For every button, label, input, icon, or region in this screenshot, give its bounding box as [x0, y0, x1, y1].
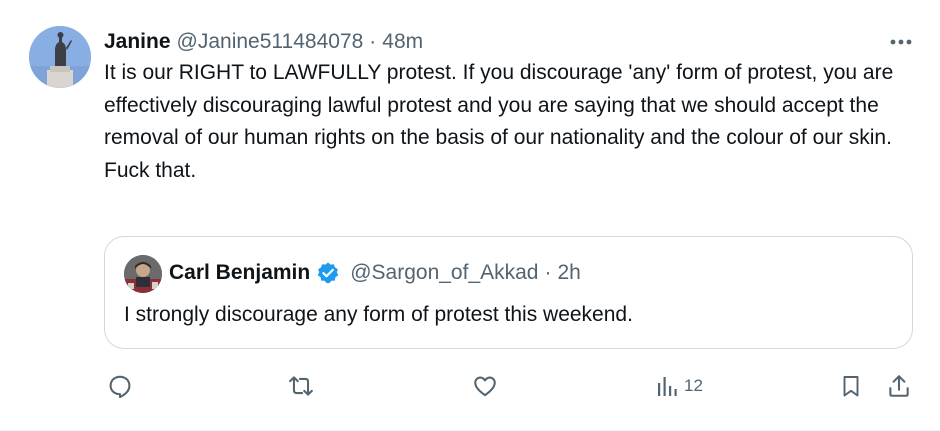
retweet-button[interactable]	[288, 372, 314, 400]
statue-avatar-image	[29, 26, 91, 88]
quoted-tweet-card[interactable]: Carl Benjamin @Sargon_of_Akkad · 2h I st…	[104, 236, 913, 349]
portrait-avatar-image	[124, 255, 162, 293]
share-button[interactable]	[886, 372, 912, 400]
author-handle[interactable]: @Janine511484078	[177, 28, 364, 56]
author-avatar[interactable]	[29, 26, 91, 88]
bookmark-button[interactable]	[839, 372, 863, 400]
quoted-author-avatar[interactable]	[124, 255, 162, 293]
separator-dot: ·	[369, 30, 377, 53]
views-icon	[658, 377, 677, 396]
tweet-header: Janine @Janine511484078 · 48m	[104, 28, 423, 56]
reply-button[interactable]	[107, 372, 133, 400]
share-icon	[889, 375, 909, 397]
views-count: 12	[684, 376, 703, 395]
bookmark-icon	[843, 376, 859, 397]
tweet-timestamp[interactable]: 48m	[382, 28, 423, 56]
quoted-author-display-name[interactable]: Carl Benjamin	[169, 259, 310, 287]
tweet[interactable]: Janine @Janine511484078 · 48m It is our …	[0, 0, 940, 431]
separator-dot: ·	[544, 261, 552, 284]
reply-icon	[109, 375, 131, 399]
tweet-paragraph: It is our RIGHT to LAWFULLY protest. If …	[104, 61, 894, 149]
quoted-tweet-timestamp[interactable]: 2h	[558, 259, 581, 287]
quoted-tweet-header: Carl Benjamin @Sargon_of_Akkad · 2h	[169, 259, 581, 287]
more-horizontal-icon	[890, 39, 912, 45]
more-options-button[interactable]	[884, 28, 918, 56]
like-icon	[474, 376, 496, 397]
author-display-name[interactable]: Janine	[104, 28, 171, 56]
tweet-paragraph: Fuck that.	[104, 158, 197, 182]
quoted-author-handle[interactable]: @Sargon_of_Akkad	[350, 259, 538, 287]
like-button[interactable]	[472, 372, 498, 400]
views-button[interactable]: 12	[657, 372, 703, 400]
verified-badge-icon	[316, 261, 340, 285]
quoted-tweet-text: I strongly discourage any form of protes…	[124, 303, 633, 326]
retweet-icon	[289, 376, 313, 396]
tweet-text: It is our RIGHT to LAWFULLY protest. If …	[104, 57, 904, 187]
